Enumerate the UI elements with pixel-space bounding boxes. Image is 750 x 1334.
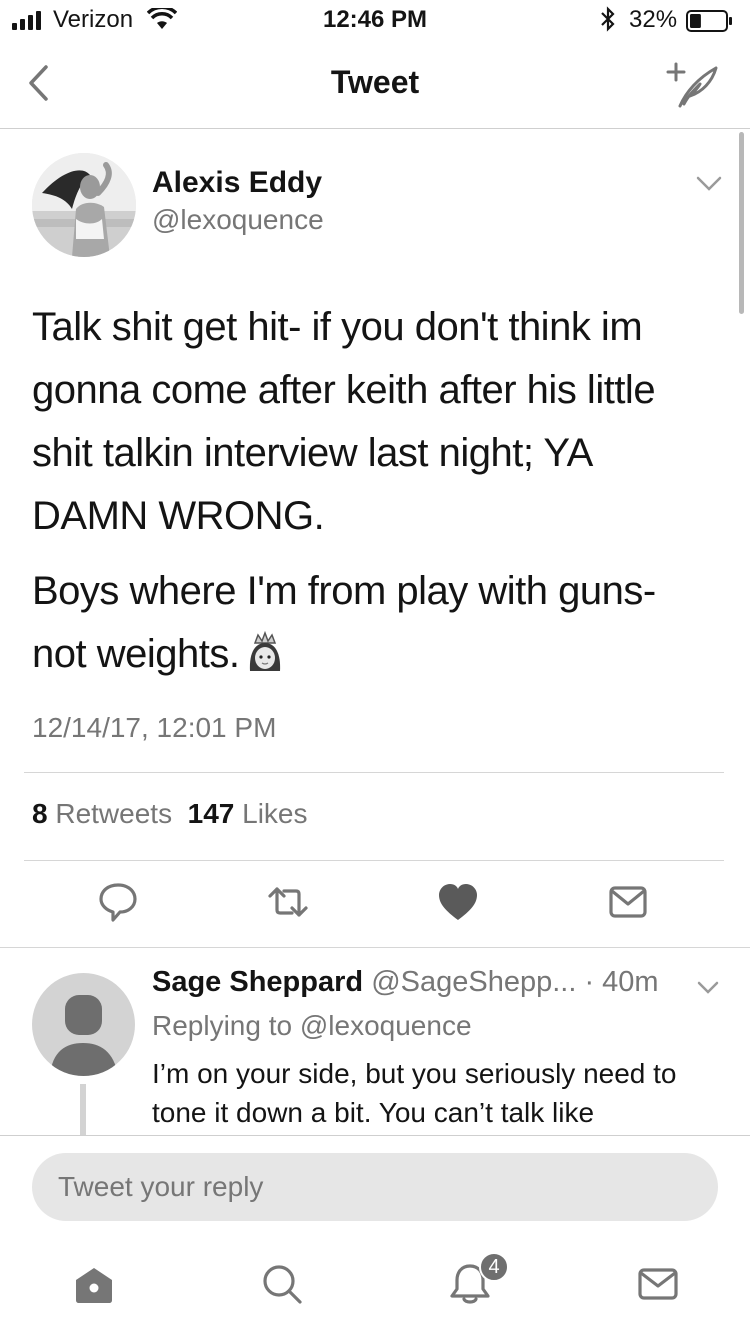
princess-emoji-icon: [250, 631, 281, 671]
direct-message-icon[interactable]: [606, 880, 650, 924]
notifications-badge: 4: [479, 1252, 509, 1282]
reply-author-handle[interactable]: @SageShepp...: [371, 966, 576, 998]
chevron-down-icon[interactable]: [697, 981, 719, 995]
author-avatar[interactable]: [32, 153, 136, 257]
search-icon[interactable]: [260, 1262, 304, 1306]
like-heart-icon[interactable]: [436, 880, 480, 924]
reply-time: · 40m: [584, 966, 659, 998]
tweet-stats: 8 Retweets 147 Likes: [32, 798, 308, 830]
reply-author-name[interactable]: Sage Sheppard: [152, 966, 363, 998]
divider: [24, 772, 724, 773]
navigation-bar: Tweet: [0, 40, 750, 129]
reply-text: I’m on your side, but you seriously need…: [152, 1058, 677, 1128]
chevron-down-icon[interactable]: [696, 176, 722, 192]
compose-tweet-icon[interactable]: [664, 62, 720, 110]
home-icon[interactable]: [72, 1262, 116, 1306]
likes-count[interactable]: 147: [188, 798, 235, 829]
thread-line: [80, 1084, 86, 1136]
author-handle[interactable]: @lexoquence: [152, 204, 324, 236]
retweets-count[interactable]: 8: [32, 798, 48, 829]
reply-avatar[interactable]: [32, 973, 135, 1076]
status-bar: Verizon 12:46 PM 32%: [0, 0, 750, 40]
divider: [0, 947, 750, 948]
likes-label[interactable]: Likes: [242, 798, 307, 829]
tweet-body: Talk shit get hit- if you don't think im…: [32, 296, 712, 686]
tweet-timestamp: 12/14/17, 12:01 PM: [32, 712, 277, 743]
bluetooth-icon: [601, 6, 615, 32]
scroll-indicator[interactable]: [739, 132, 744, 314]
tweet-actions: [0, 880, 750, 930]
author-name[interactable]: Alexis Eddy: [152, 166, 322, 200]
retweet-icon[interactable]: [266, 880, 310, 924]
tab-bar: [0, 1236, 750, 1334]
reply-header: Sage Sheppard @SageShepp... · 40m: [152, 966, 659, 999]
battery-percentage: 32%: [629, 6, 678, 33]
retweets-label[interactable]: Retweets: [55, 798, 172, 829]
tweet-paragraph-2: Boys where I'm from play with guns- not …: [32, 560, 712, 686]
messages-icon[interactable]: [636, 1262, 680, 1306]
reply-icon[interactable]: [96, 880, 140, 924]
replying-to[interactable]: Replying to @lexoquence: [152, 1010, 472, 1042]
battery-icon: [686, 10, 732, 32]
tweet-paragraph-2-text: Boys where I'm from play with guns- not …: [32, 569, 656, 676]
reply-compose-bar: [0, 1135, 750, 1235]
reply-input[interactable]: [32, 1153, 718, 1221]
divider: [24, 860, 724, 861]
page-title: Tweet: [330, 64, 420, 100]
tweet-paragraph-1: Talk shit get hit- if you don't think im…: [32, 305, 656, 538]
